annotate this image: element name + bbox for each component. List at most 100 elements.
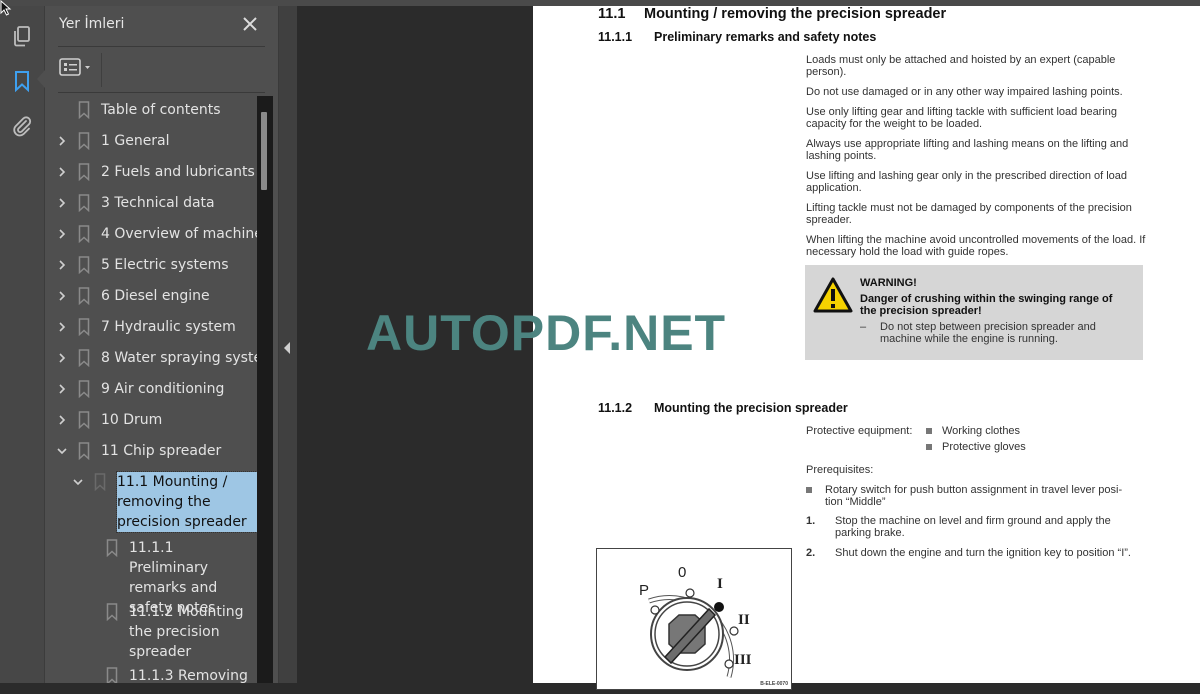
prerequisites-label: Prerequisites: [806, 464, 874, 476]
bookmark-label[interactable]: 8 Water spraying system [101, 348, 257, 368]
bookmark-item[interactable]: Table of contents [55, 100, 221, 120]
bookmark-options-button[interactable] [59, 56, 95, 80]
divider [58, 46, 265, 47]
position-label: I [717, 576, 723, 592]
bookmark-item[interactable]: 10 Drum [55, 410, 162, 430]
chevron-right-icon[interactable] [55, 193, 69, 213]
chevron-down-icon[interactable] [55, 441, 69, 461]
bookmark-label[interactable]: Table of contents [101, 100, 221, 120]
chevron-right-icon[interactable] [55, 286, 69, 306]
protective-item-text: Working clothes [942, 425, 1021, 437]
warning-dash: – [860, 321, 867, 333]
close-icon[interactable] [241, 15, 259, 33]
position-label: 0 [678, 564, 687, 581]
bullet-icon [806, 487, 812, 493]
bookmark-scrollbar[interactable] [257, 96, 273, 683]
bookmark-icon [77, 286, 91, 306]
bookmark-item[interactable]: 5 Electric systems [55, 255, 229, 275]
protective-item: Protective gloves [926, 441, 1026, 453]
step-text: Stop the machine on level and firm groun… [835, 515, 1111, 539]
protective-label: Protective equipment: [806, 425, 913, 437]
bookmark-icon [93, 472, 107, 492]
chevron-right-icon[interactable] [55, 379, 69, 399]
prerequisite-text: Rotary switch for push button assignment… [825, 484, 1123, 508]
bookmark-item[interactable]: 11.1.2 Mounting the precision spreader [87, 602, 254, 662]
bookmark-icon[interactable] [10, 69, 34, 93]
bookmark-icon [77, 255, 91, 275]
section-title: Mounting / removing the precision spread… [644, 6, 947, 22]
bookmark-label[interactable]: 1 General [101, 131, 170, 151]
paragraph: Lifting tackle must not be damaged by co… [806, 202, 1132, 226]
watermark: AUTOPDF.NET [366, 305, 727, 361]
attachment-icon[interactable] [10, 114, 34, 138]
paragraph: Always use appropriate lifting and lashi… [806, 138, 1129, 162]
bookmark-label[interactable]: 6 Diesel engine [101, 286, 210, 306]
chevron-right-icon[interactable] [55, 348, 69, 368]
bookmark-icon [77, 410, 91, 430]
protective-item: Working clothes [926, 425, 1020, 437]
protective-equipment: Protective equipment: Working clothes Pr… [806, 425, 1151, 457]
position-label: III [734, 652, 752, 668]
bookmark-label[interactable]: 11.1.3 Removing [129, 666, 254, 683]
scrollbar-thumb[interactable] [261, 112, 267, 190]
bookmark-label[interactable]: 11 Chip spreader [101, 441, 221, 461]
bookmark-label[interactable]: 5 Electric systems [101, 255, 229, 275]
chevron-right-icon[interactable] [55, 162, 69, 182]
bookmark-item[interactable]: 7 Hydraulic system [55, 317, 236, 337]
warning-text: Do not step between precision spreader a… [880, 321, 1096, 345]
bookmark-label[interactable]: 10 Drum [101, 410, 162, 430]
paragraph: Do not use damaged or in any other way i… [806, 86, 1123, 98]
bookmark-item[interactable]: 2 Fuels and lubricants [55, 162, 255, 182]
bookmark-label[interactable]: 3 Technical data [101, 193, 215, 213]
chevron-right-icon[interactable] [55, 224, 69, 244]
position-0-marker [685, 588, 695, 598]
panel-splitter[interactable] [278, 6, 297, 683]
chevron-right-icon[interactable] [55, 131, 69, 151]
bookmark-item[interactable]: 6 Diesel engine [55, 286, 210, 306]
divider [58, 92, 265, 93]
bookmark-label[interactable]: 11.1 Mounting / removing the precision s… [116, 471, 257, 533]
bullet-icon [926, 428, 932, 435]
bookmark-label[interactable]: 7 Hydraulic system [101, 317, 236, 337]
collapse-panel-arrow-icon[interactable] [284, 342, 290, 354]
bookmark-label[interactable]: 2 Fuels and lubricants [101, 162, 255, 182]
subsection-title: Preliminary remarks and safety notes [654, 30, 877, 44]
section-heading: 11.1 Mounting / removing the precision sp… [598, 6, 946, 22]
section-number: 11.1 [598, 6, 626, 22]
bookmark-item[interactable]: 1 General [55, 131, 170, 151]
bookmark-item[interactable]: 11.1 Mounting / removing the precision s… [71, 471, 257, 533]
bookmark-icon [77, 162, 91, 182]
bookmark-icon [77, 100, 91, 120]
bookmark-item[interactable]: 8 Water spraying system [55, 348, 257, 368]
position-i-marker [714, 602, 724, 612]
chevron-right-icon[interactable] [55, 410, 69, 430]
chevron-right-icon[interactable] [55, 255, 69, 275]
position-ii-marker [729, 626, 739, 636]
bookmark-item[interactable]: 11.1.3 Removing [87, 666, 254, 683]
chevron-down-icon[interactable] [71, 472, 85, 492]
bookmark-label[interactable]: 11.1.2 Mounting the precision spreader [129, 602, 254, 662]
divider [101, 53, 102, 87]
warning-subtitle: Danger of crushing within the swinging r… [860, 293, 1113, 317]
step: 2. Shut down the engine and turn the igni… [806, 547, 1151, 559]
bullet-icon [926, 444, 932, 451]
bookmark-label[interactable]: 9 Air conditioning [101, 379, 224, 399]
subsection-number: 11.1.1 [598, 30, 633, 44]
position-label: P [639, 582, 650, 599]
bookmark-item[interactable]: 9 Air conditioning [55, 379, 224, 399]
subsection-title: Mounting the precision spreader [654, 401, 848, 415]
mouse-cursor-icon [0, 0, 12, 16]
position-label: II [738, 612, 750, 628]
chevron-right-icon[interactable] [55, 317, 69, 337]
bookmark-item[interactable]: 11 Chip spreader [55, 441, 221, 461]
active-rail-pointer [37, 70, 45, 88]
bookmark-item[interactable]: 4 Overview of machine [55, 224, 257, 244]
pages-icon[interactable] [10, 24, 34, 48]
bookmark-label[interactable]: 4 Overview of machine [101, 224, 257, 244]
bookmark-icon [77, 317, 91, 337]
paragraph: Loads must only be attached and hoisted … [806, 54, 1116, 78]
bookmark-icon [77, 441, 91, 461]
bookmark-item[interactable]: 3 Technical data [55, 193, 215, 213]
paragraph: When lifting the machine avoid uncontrol… [806, 234, 1146, 258]
